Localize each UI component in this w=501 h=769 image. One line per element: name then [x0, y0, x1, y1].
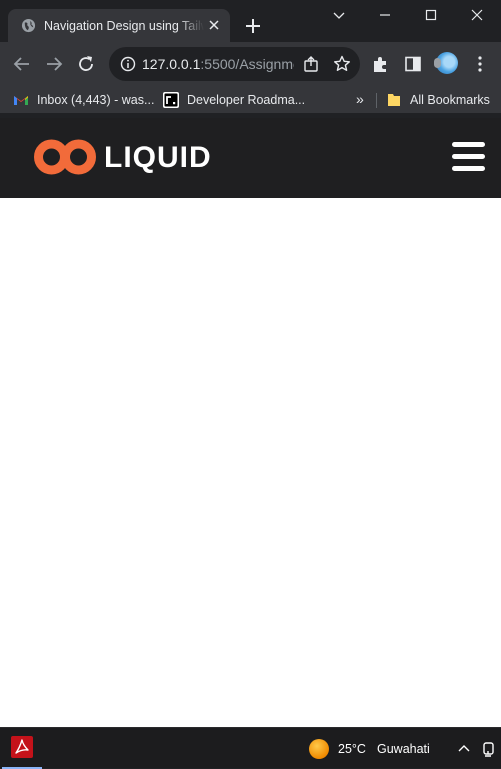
- browser-toolbar: 127.0.0.1:5500/Assignment: [0, 42, 501, 86]
- arrow-right-icon[interactable]: [43, 53, 65, 75]
- side-panel-icon[interactable]: [402, 53, 424, 75]
- sun-icon[interactable]: [309, 739, 329, 759]
- page-viewport: LIQUID: [0, 118, 501, 727]
- url-text[interactable]: 127.0.0.1:5500/Assignment: [142, 55, 294, 73]
- plus-icon[interactable]: [242, 15, 264, 37]
- infinity-logo-icon[interactable]: [34, 138, 96, 176]
- chevron-up-icon[interactable]: [455, 740, 473, 758]
- maximize-icon[interactable]: [419, 4, 443, 26]
- folder-icon: [388, 94, 400, 106]
- info-icon[interactable]: [117, 53, 139, 75]
- site-navbar: LIQUID: [0, 118, 501, 198]
- globe-icon: [21, 18, 36, 33]
- bookmarks-overflow-chevron[interactable]: »: [356, 90, 364, 108]
- meet-now-icon[interactable]: [481, 740, 499, 758]
- gmail-icon: [14, 96, 28, 105]
- puzzle-icon[interactable]: [370, 53, 392, 75]
- browser-tab-active[interactable]: Navigation Design using Tailwind: [8, 9, 230, 42]
- close-window-icon[interactable]: [465, 4, 489, 26]
- weather-location[interactable]: Guwahati: [377, 740, 430, 758]
- close-icon[interactable]: [207, 18, 221, 32]
- avatar-icon[interactable]: [434, 52, 458, 74]
- star-icon[interactable]: [331, 53, 353, 75]
- logo-text[interactable]: LIQUID: [104, 140, 212, 176]
- arrow-left-icon[interactable]: [11, 53, 33, 75]
- address-bar[interactable]: 127.0.0.1:5500/Assignment: [109, 47, 360, 81]
- url-path: :5500/Assignment: [200, 56, 294, 72]
- acrobat-pdf-icon: [11, 736, 33, 758]
- bookmark-inbox[interactable]: Inbox (4,443) - was...: [37, 91, 154, 109]
- bookmarks-bar: Inbox (4,443) - was... Developer Roadma.…: [0, 86, 501, 114]
- weather-temperature[interactable]: 25°C: [338, 740, 366, 758]
- kebab-menu-icon[interactable]: [469, 53, 491, 75]
- url-host: 127.0.0.1: [142, 56, 201, 72]
- roadmap-icon: [163, 92, 179, 108]
- windows-taskbar: 25°C Guwahati: [0, 727, 501, 769]
- reload-icon[interactable]: [75, 53, 97, 75]
- share-icon[interactable]: [300, 53, 322, 75]
- browser-tab-strip: Navigation Design using Tailwind: [0, 0, 501, 42]
- all-bookmarks[interactable]: All Bookmarks: [410, 91, 490, 109]
- bookmarks-divider: [376, 93, 377, 108]
- taskbar-acrobat-button[interactable]: [0, 728, 44, 769]
- bookmark-developer-roadmap[interactable]: Developer Roadma...: [187, 91, 305, 109]
- tab-title: Navigation Design using Tailwind: [44, 17, 204, 35]
- hamburger-menu-icon[interactable]: [452, 142, 486, 172]
- chevron-down-icon[interactable]: [327, 4, 351, 26]
- minimize-icon[interactable]: [373, 4, 397, 26]
